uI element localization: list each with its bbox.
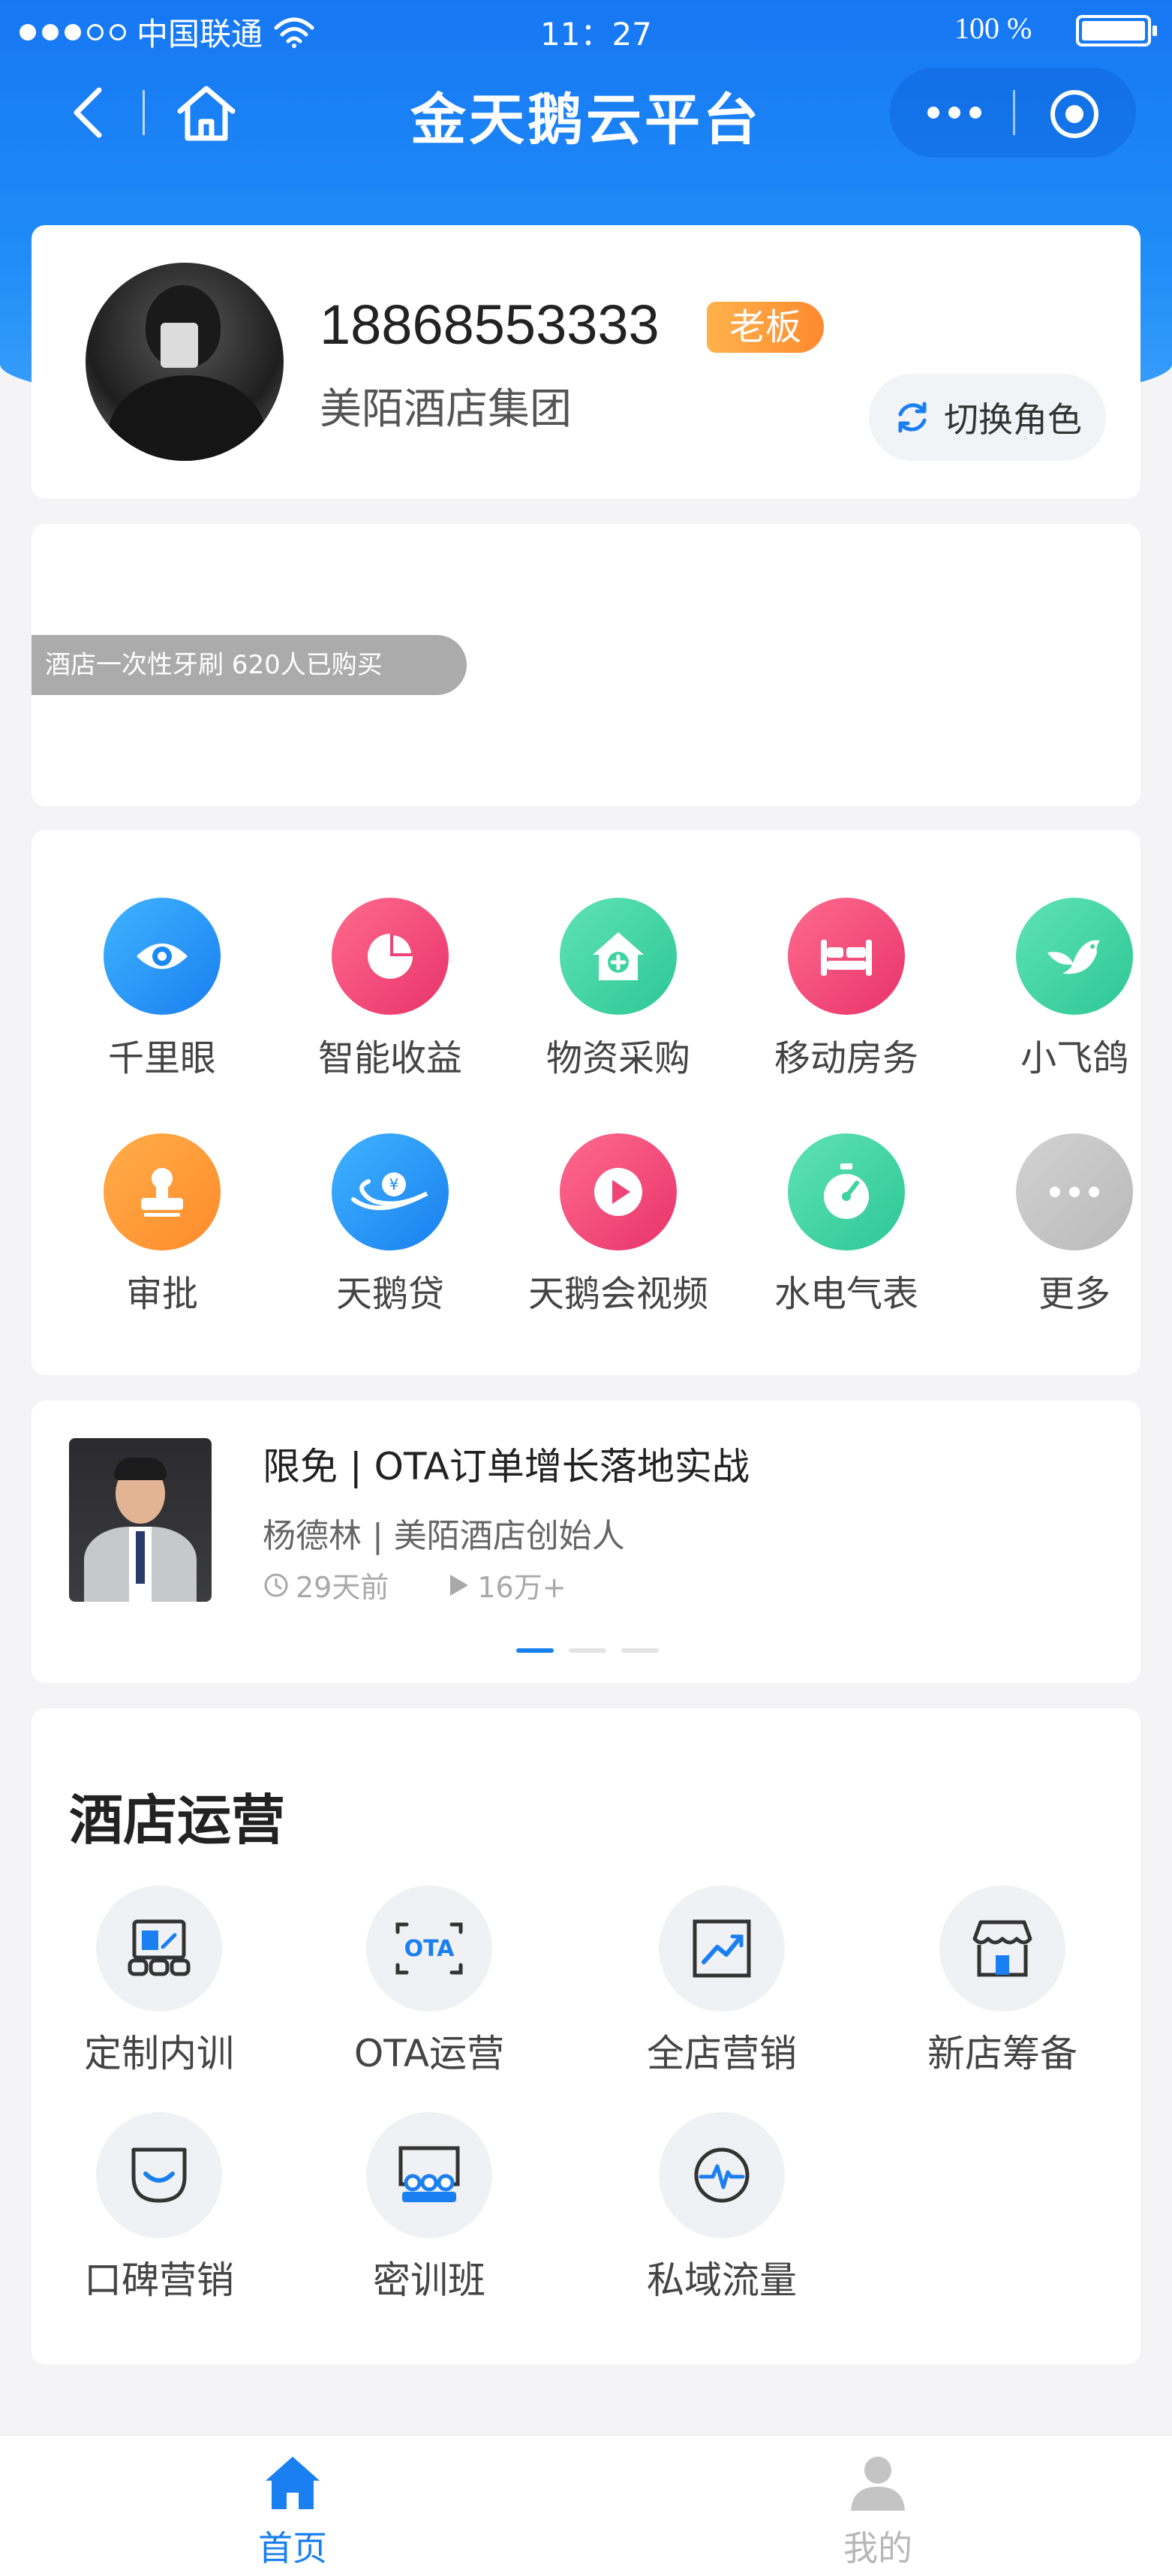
indicator-active[interactable]: [516, 1648, 554, 1653]
battery-icon: [1076, 15, 1157, 47]
op-private-traffic[interactable]: 私域流量: [609, 2112, 834, 2304]
indicator[interactable]: [569, 1648, 606, 1653]
app-label: 天鹅会视频: [527, 1273, 708, 1315]
tab-bar: 首页 我的: [0, 2435, 1172, 2576]
signal-icon: [20, 23, 126, 41]
app-tiane-loan[interactable]: ¥ 天鹅贷: [293, 1133, 488, 1317]
section-title: 酒店运营: [69, 1789, 286, 1852]
course-author: 杨德林 | 美陌酒店创始人: [263, 1517, 625, 1555]
indicator[interactable]: [621, 1648, 659, 1653]
app-label: 审批: [125, 1273, 198, 1315]
op-label: 口碑营销: [84, 2259, 234, 2302]
avatar[interactable]: [86, 263, 284, 461]
more-icon[interactable]: [927, 107, 981, 119]
app-grid: 千里眼 智能收益 物资采购 移动房务 小飞鸽 审批 ¥ 天鹅贷 天鹅会视频 水电…: [32, 830, 1140, 1375]
play-icon: [560, 1133, 677, 1250]
course-thumbnail: [69, 1438, 212, 1602]
company-name: 美陌酒店集团: [320, 385, 572, 434]
course-views: 16万+: [477, 1571, 566, 1604]
op-full-marketing[interactable]: 全店营销: [609, 1885, 834, 2078]
training-icon: [96, 1885, 222, 2012]
app-utility-meter[interactable]: 水电气表: [749, 1133, 944, 1317]
hotel-operations-card: 酒店运营 定制内训 OTA OTA运营 全店营销 新店筹备 口碑营销 密训班 私…: [32, 1708, 1140, 2364]
switch-role-label: 切换角色: [944, 399, 1082, 440]
status-bar: 中国联通 11：27 100 %: [0, 0, 1172, 60]
stamp-icon: [104, 1133, 221, 1250]
wifi-icon: [274, 17, 314, 48]
refresh-icon: [898, 402, 927, 433]
app-approval[interactable]: 审批: [65, 1133, 260, 1317]
chart-trend-icon: [659, 1885, 785, 2012]
pie-chart-icon: [332, 898, 449, 1015]
op-label: 全店营销: [647, 2032, 797, 2075]
op-label: OTA运营: [353, 2032, 505, 2075]
class-icon: [366, 2112, 492, 2238]
ota-icon: OTA: [366, 1885, 492, 2012]
course-card[interactable]: 限免 | OTA订单增长落地实战 杨德林 | 美陌酒店创始人 29天前 16万+: [32, 1401, 1140, 1683]
op-label: 私域流量: [647, 2259, 797, 2302]
app-xiaofeige[interactable]: 小飞鸽: [977, 898, 1172, 1081]
course-title: 限免 | OTA订单增长落地实战: [263, 1445, 750, 1488]
app-smart-revenue[interactable]: 智能收益: [293, 898, 488, 1081]
op-label: 新店筹备: [927, 2032, 1077, 2075]
course-time: 29天前: [296, 1571, 389, 1604]
smile-chat-icon: [96, 2112, 222, 2238]
pulse-icon: [659, 2112, 785, 2238]
navigation-bar: 金天鹅云平台: [0, 60, 1172, 165]
app-label: 小飞鸽: [1020, 1037, 1128, 1079]
app-mobile-housekeeping[interactable]: 移动房务: [749, 898, 944, 1081]
store-icon: [939, 1885, 1065, 2012]
promo-banner[interactable]: 酒店一次性牙刷 620人已购买: [32, 524, 1140, 806]
clock: 11：27: [540, 16, 652, 53]
op-ota[interactable]: OTA OTA运营: [317, 1885, 542, 2078]
clock-icon: [264, 1573, 288, 1596]
bed-icon: [788, 898, 905, 1015]
user-icon: [851, 2457, 905, 2511]
app-label: 更多: [1038, 1273, 1110, 1315]
app-label: 水电气表: [774, 1273, 918, 1315]
eye-icon: [104, 898, 221, 1015]
close-target-icon[interactable]: [1050, 90, 1098, 138]
op-secret-class[interactable]: 密训班: [317, 2112, 542, 2304]
meter-icon: [788, 1133, 905, 1250]
tab-label: 我的: [843, 2528, 912, 2568]
svg-text:OTA: OTA: [404, 1936, 455, 1962]
app-tiane-video[interactable]: 天鹅会视频: [521, 1133, 716, 1317]
carrier-label: 中国联通: [137, 16, 263, 53]
mini-program-capsule: [890, 68, 1136, 158]
purchase-ticker: 酒店一次性牙刷 620人已购买: [32, 635, 467, 695]
op-new-store[interactable]: 新店筹备: [890, 1885, 1115, 2078]
app-label: 千里眼: [107, 1037, 216, 1079]
op-custom-training[interactable]: 定制内训: [47, 1885, 272, 2078]
tab-mine[interactable]: 我的: [765, 2451, 990, 2571]
svg-text:¥: ¥: [389, 1175, 399, 1193]
user-phone: 18868553333: [320, 293, 660, 356]
app-label: 移动房务: [774, 1037, 918, 1079]
course-meta: 29天前 16万+: [263, 1564, 566, 1605]
play-count-icon: [450, 1574, 469, 1596]
carousel-indicators: [516, 1648, 659, 1653]
capsule-divider: [1013, 90, 1015, 135]
app-label: 天鹅贷: [335, 1273, 444, 1315]
app-label: 物资采购: [545, 1037, 690, 1079]
profile-card: 18868553333 老板 美陌酒店集团 切换角色: [32, 225, 1140, 498]
tab-label: 首页: [258, 2528, 327, 2568]
tab-home[interactable]: 首页: [180, 2451, 405, 2571]
op-label: 密训班: [373, 2259, 485, 2302]
house-plus-icon: [560, 898, 677, 1015]
bird-icon: [1016, 898, 1133, 1015]
battery-percentage: 100 %: [954, 11, 1032, 45]
swan-loan-icon: ¥: [332, 1133, 449, 1250]
app-label: 智能收益: [317, 1037, 462, 1079]
role-badge: 老板: [707, 302, 825, 353]
op-reputation[interactable]: 口碑营销: [47, 2112, 272, 2304]
app-qianliyan[interactable]: 千里眼: [65, 898, 260, 1081]
more-icon: [1016, 1133, 1133, 1250]
op-label: 定制内训: [84, 2032, 234, 2075]
app-procurement[interactable]: 物资采购: [521, 898, 716, 1081]
home-filled-icon: [266, 2457, 320, 2509]
app-more[interactable]: 更多: [977, 1133, 1172, 1317]
switch-role-button[interactable]: 切换角色: [869, 374, 1106, 461]
